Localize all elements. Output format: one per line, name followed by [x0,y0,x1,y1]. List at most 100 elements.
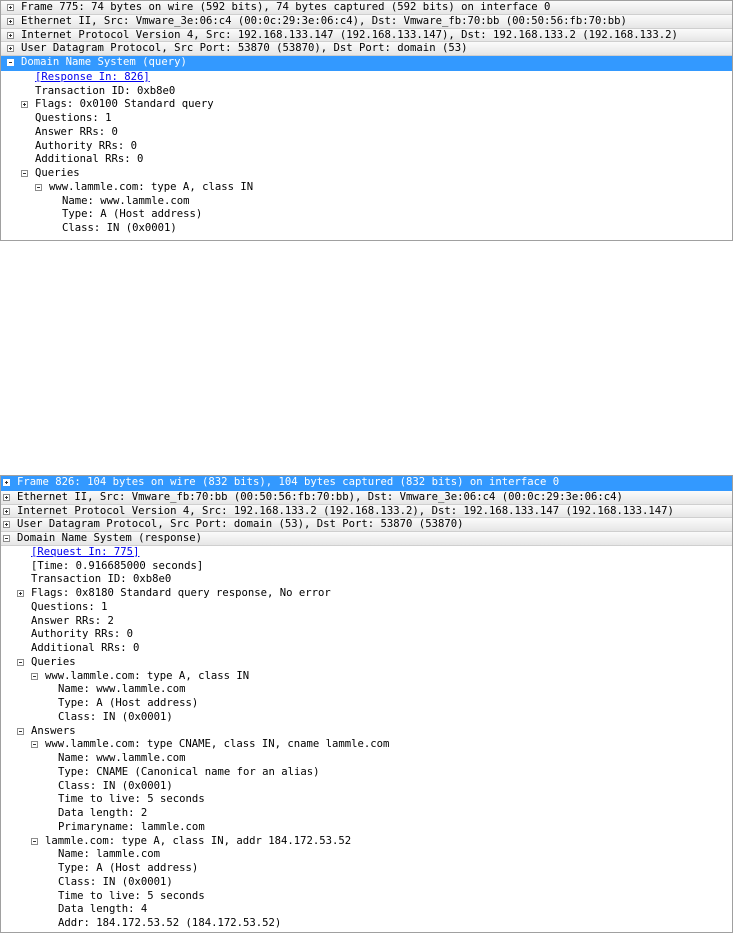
tree-row-a-class[interactable]: Class: IN (0x0001) [1,876,732,890]
tree-row-label: www.lammle.com: type CNAME, class IN, cn… [45,738,390,751]
tree-row-label: Ethernet II, Src: Vmware_fb:70:bb (00:50… [17,490,623,503]
tree-row-label: Data length: 2 [58,807,148,819]
expand-icon[interactable] [21,101,28,109]
tree-row-query-type[interactable]: Type: A (Host address) [1,697,732,711]
collapse-icon[interactable] [3,535,10,542]
tree-row-cname-ttl[interactable]: Time to live: 5 seconds [1,793,732,807]
tree-row-label: Questions: 1 [31,600,108,613]
expand-icon[interactable] [3,521,10,529]
collapse-icon[interactable] [7,59,14,66]
tree-row-additional-rrs[interactable]: Additional RRs: 0 [1,153,732,167]
tree-row-questions[interactable]: Questions: 1 [1,112,732,126]
tree-row-ipv4[interactable]: Internet Protocol Version 4, Src: 192.16… [1,504,732,519]
tree-row-request-in[interactable]: [Request In: 775] [1,546,732,560]
collapse-icon[interactable] [35,183,42,191]
expand-icon[interactable] [7,17,14,25]
tree-row-dns[interactable]: Domain Name System (response) [1,532,732,546]
collapse-icon[interactable] [31,837,38,845]
expand-icon[interactable] [7,4,14,11]
tree-row-answer-a[interactable]: lammle.com: type A, class IN, addr 184.1… [1,835,732,849]
tree-row-time[interactable]: [Time: 0.916685000 seconds] [1,560,732,574]
tree-row-queries[interactable]: Queries [1,167,732,181]
tree-row-udp[interactable]: User Datagram Protocol, Src Port: 53870 … [1,42,732,56]
expand-icon[interactable] [3,493,10,501]
tree-row-answer-rrs[interactable]: Answer RRs: 0 [1,126,732,140]
collapse-icon[interactable] [17,658,24,666]
expand-icon[interactable] [3,507,10,515]
tree-row-label: www.lammle.com: type A, class IN [45,669,250,682]
tree-row-label: Time to live: 5 seconds [58,889,205,902]
tree-row-transaction-id[interactable]: Transaction ID: 0xb8e0 [1,573,732,587]
tree-row-cname-type[interactable]: Type: CNAME (Canonical name for an alias… [1,766,732,780]
tree-row-cname-class[interactable]: Class: IN (0x0001) [1,780,732,794]
collapse-icon[interactable] [31,741,38,749]
tree-row-query-entry[interactable]: www.lammle.com: type A, class IN [1,181,732,195]
tree-row-transaction-id[interactable]: Transaction ID: 0xb8e0 [1,85,732,99]
tree-row-label: [Time: 0.916685000 seconds] [31,559,204,572]
tree-row-cname-primaryname[interactable]: Primaryname: lammle.com [1,821,732,835]
tree-row-label: Class: IN (0x0001) [58,710,173,723]
tree-row-label: Additional RRs: 0 [31,642,140,654]
expand-icon[interactable] [17,590,24,597]
tree-row-label: Queries [35,167,80,179]
expand-icon[interactable] [7,31,14,39]
tree-row-answer-rrs[interactable]: Answer RRs: 2 [1,615,732,629]
tree-row-ipv4[interactable]: Internet Protocol Version 4, Src: 192.16… [1,28,732,43]
tree-row-label: User Datagram Protocol, Src Port: domain… [17,518,464,531]
request-in-link[interactable]: [Request In: 775] [31,546,139,560]
tree-row-label: Name: www.lammle.com [58,752,186,764]
tree-row-label: Questions: 1 [35,112,112,124]
tree-row-label: Transaction ID: 0xb8e0 [35,84,176,97]
tree-row-authority-rrs[interactable]: Authority RRs: 0 [1,628,732,642]
tree-row-answer-cname[interactable]: www.lammle.com: type CNAME, class IN, cn… [1,738,732,752]
tree-row-label: Frame 826: 104 bytes on wire (832 bits),… [17,476,560,488]
response-in-link[interactable]: [Response In: 826] [35,71,150,85]
tree-row-label: Type: A (Host address) [58,862,199,874]
tree-row-label: Authority RRs: 0 [35,139,138,152]
tree-row-label: Time to live: 5 seconds [58,793,205,806]
tree-row-query-class[interactable]: Class: IN (0x0001) [1,222,732,236]
tree-row-a-name[interactable]: Name: lammle.com [1,848,732,862]
tree-row-label: Flags: 0x0100 Standard query [35,98,214,111]
tree-row-label: User Datagram Protocol, Src Port: 53870 … [21,42,468,55]
tree-row-label: Flags: 0x8180 Standard query response, N… [31,587,331,599]
tree-row-queries[interactable]: Queries [1,656,732,670]
tree-row-label: Answer RRs: 0 [35,125,118,138]
tree-row-authority-rrs[interactable]: Authority RRs: 0 [1,140,732,154]
expand-icon[interactable] [3,479,10,486]
tree-row-flags[interactable]: Flags: 0x8180 Standard query response, N… [1,587,732,601]
tree-row-dns-selected[interactable]: Domain Name System (query) [1,56,732,71]
collapse-icon[interactable] [21,170,28,177]
tree-row-frame[interactable]: Frame 775: 74 bytes on wire (592 bits), … [1,1,732,15]
tree-row-cname-name[interactable]: Name: www.lammle.com [1,752,732,766]
tree-row-label: Data length: 4 [58,903,148,916]
tree-row-label: Answer RRs: 2 [31,614,114,627]
collapse-icon[interactable] [31,672,38,680]
expand-icon[interactable] [7,45,14,53]
tree-row-ethernet[interactable]: Ethernet II, Src: Vmware_3e:06:c4 (00:0c… [1,14,732,29]
tree-row-query-name[interactable]: Name: www.lammle.com [1,683,732,697]
tree-row-query-entry[interactable]: www.lammle.com: type A, class IN [1,670,732,684]
tree-row-questions[interactable]: Questions: 1 [1,601,732,615]
tree-row-udp[interactable]: User Datagram Protocol, Src Port: domain… [1,518,732,532]
tree-row-answers[interactable]: Answers [1,725,732,739]
tree-row-query-class[interactable]: Class: IN (0x0001) [1,711,732,725]
tree-row-cname-data-length[interactable]: Data length: 2 [1,807,732,821]
tree-row-a-type[interactable]: Type: A (Host address) [1,862,732,876]
tree-row-a-ttl[interactable]: Time to live: 5 seconds [1,890,732,904]
tree-row-frame-selected[interactable]: Frame 826: 104 bytes on wire (832 bits),… [1,476,732,491]
tree-row-query-name[interactable]: Name: www.lammle.com [1,195,732,209]
tree-row-label: Class: IN (0x0001) [58,875,173,888]
tree-row-flags[interactable]: Flags: 0x0100 Standard query [1,98,732,112]
tree-row-a-addr[interactable]: Addr: 184.172.53.52 (184.172.53.52) [1,917,732,931]
tree-row-response-in[interactable]: [Response In: 826] [1,71,732,85]
collapse-icon[interactable] [17,727,24,735]
packet-details-pane-query: Frame 775: 74 bytes on wire (592 bits), … [0,0,733,241]
tree-row-ethernet[interactable]: Ethernet II, Src: Vmware_fb:70:bb (00:50… [1,490,732,505]
tree-row-a-data-length[interactable]: Data length: 4 [1,903,732,917]
tree-row-query-type[interactable]: Type: A (Host address) [1,208,732,222]
tree-row-label: Domain Name System (query) [21,56,187,68]
tree-row-label: Name: lammle.com [58,848,161,861]
tree-row-label: Ethernet II, Src: Vmware_3e:06:c4 (00:0c… [21,14,627,27]
tree-row-additional-rrs[interactable]: Additional RRs: 0 [1,642,732,656]
